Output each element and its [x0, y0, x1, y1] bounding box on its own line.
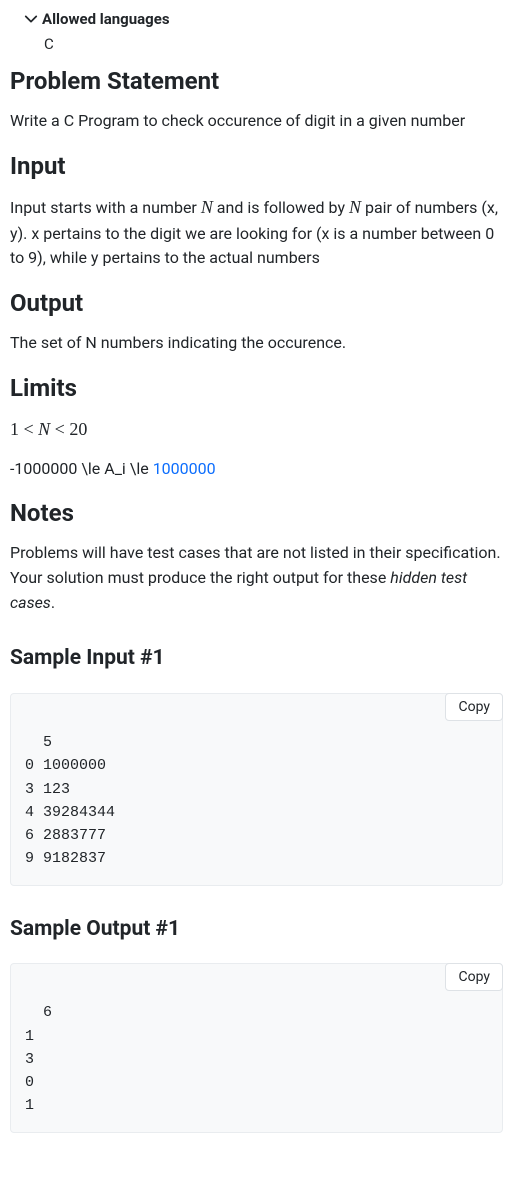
sample-output-heading: Sample Output #1	[10, 914, 503, 946]
copy-button[interactable]: Copy	[445, 963, 503, 991]
allowed-language-value: C	[44, 33, 503, 56]
sample-input-content: 5 0 1000000 3 123 4 39284344 6 2883777 9…	[25, 734, 115, 867]
notes-text: Problems will have test cases that are n…	[10, 541, 503, 615]
notes-heading: Notes	[10, 495, 503, 531]
output-heading: Output	[10, 285, 503, 321]
limits-heading: Limits	[10, 370, 503, 406]
problem-statement-text: Write a C Program to check occurence of …	[10, 109, 503, 134]
input-text: Input starts with a number N and is foll…	[10, 194, 503, 271]
chevron-down-icon	[24, 12, 38, 26]
math-variable-n: N	[201, 197, 213, 217]
input-heading: Input	[10, 148, 503, 184]
sample-output-block: Copy 6 1 3 0 1	[10, 963, 503, 1133]
sample-input-heading: Sample Input #1	[10, 643, 503, 675]
sample-input-block: Copy 5 0 1000000 3 123 4 39284344 6 28837…	[10, 693, 503, 886]
limits-expression-1: 1 < N < 20	[10, 416, 503, 443]
math-variable-n: N	[349, 197, 361, 217]
allowed-languages-label: Allowed languages	[42, 8, 170, 31]
output-text: The set of N numbers indicating the occu…	[10, 331, 503, 356]
limits-expression-2: -1000000 \le A_i \le 1000000	[10, 457, 503, 481]
sample-output-content: 6 1 3 0 1	[25, 1004, 52, 1114]
problem-statement-heading: Problem Statement	[10, 63, 503, 99]
allowed-languages-toggle[interactable]: Allowed languages	[24, 8, 503, 31]
copy-button[interactable]: Copy	[445, 693, 503, 721]
